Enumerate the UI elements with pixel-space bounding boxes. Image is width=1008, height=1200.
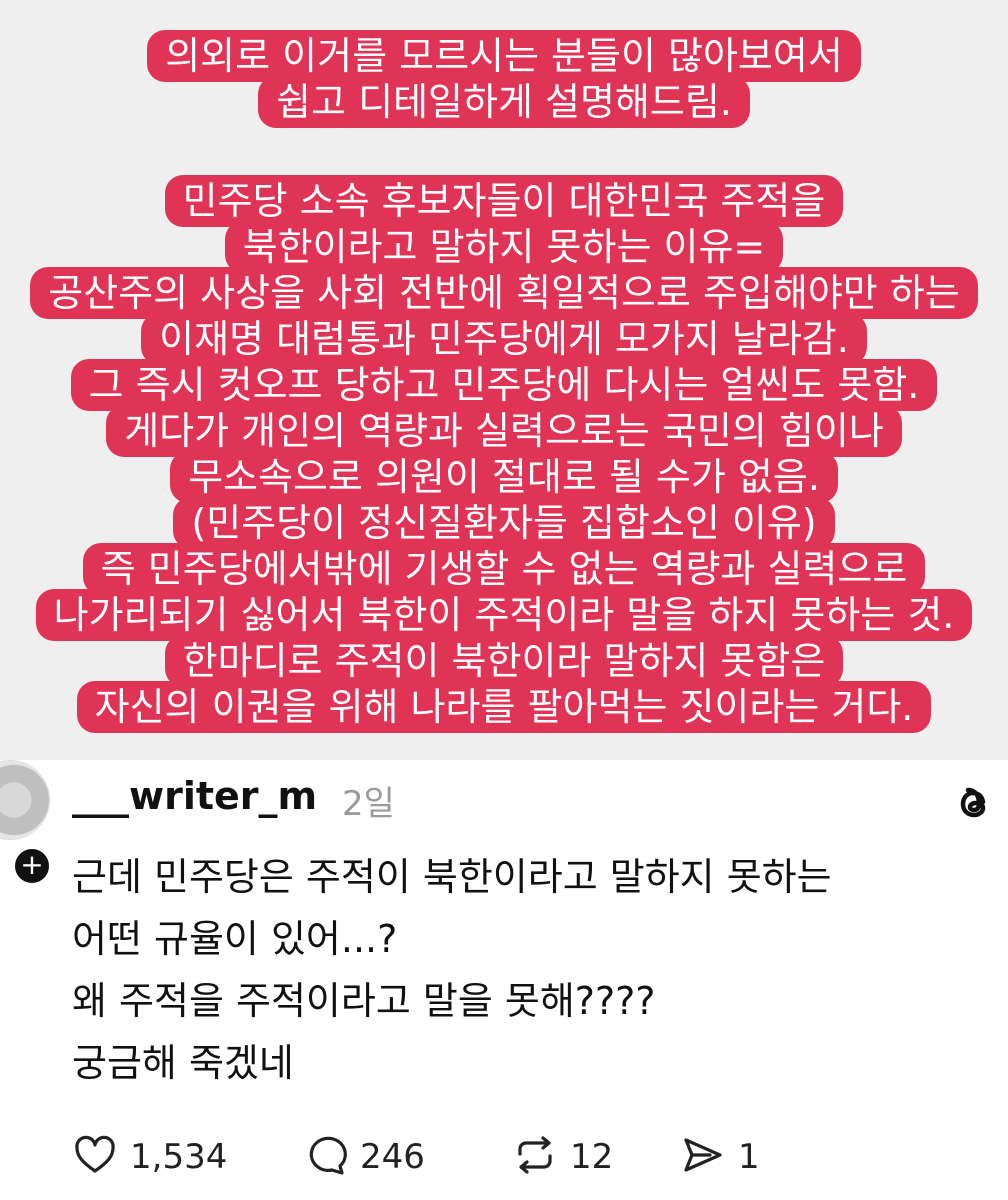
story-line: 북한이라고 말하지 못하는 이유= <box>224 221 784 273</box>
username[interactable]: ___writer_m <box>72 774 317 818</box>
threads-icon <box>950 780 998 828</box>
comment-line: 왜 주적을 주적이라고 말을 못해???? <box>72 979 656 1023</box>
comment-line: 근데 민주당은 주적이 북한이라고 말하지 못하는 <box>72 855 832 899</box>
story-line: 나가리되기 싫어서 북한이 주적이라 말을 하지 못하는 것. <box>35 589 973 641</box>
story-line: 의외로 이거를 모르시는 분들이 많아보여서 <box>147 30 861 82</box>
send-icon <box>680 1132 726 1182</box>
like-button[interactable]: 1,534 <box>72 1132 227 1182</box>
repost-count: 12 <box>570 1137 614 1177</box>
avatar[interactable] <box>0 760 50 840</box>
comment-text: 근데 민주당은 주적이 북한이라고 말하지 못하는 어떤 규율이 있어...? … <box>72 846 972 1094</box>
reply-count: 246 <box>360 1137 425 1177</box>
repost-button[interactable]: 12 <box>512 1132 613 1182</box>
comment-bubble-icon <box>302 1132 348 1182</box>
story-line: 즉 민주당에서밖에 기생할 수 없는 역량과 실력으로 <box>82 543 926 595</box>
follow-plus-button[interactable]: + <box>12 846 52 886</box>
threads-post: + ___writer_m 2일 근데 민주당은 주적이 북한이라고 말하지 못… <box>0 760 1008 1200</box>
story-image: 의외로 이거를 모르시는 분들이 많아보여서 쉽고 디테일하게 설명해드림. 민… <box>0 0 1008 760</box>
story-line: (민주당이 정신질환자들 집합소인 이유) <box>173 497 835 549</box>
story-line: 한마디로 주적이 북한이라 말하지 못함은 <box>164 635 844 687</box>
share-count: 1 <box>738 1137 760 1177</box>
action-bar: 1,534 246 12 1 <box>72 1132 972 1182</box>
story-line: 무소속으로 의원이 절대로 될 수가 없음. <box>170 451 838 503</box>
story-line: 이재명 대럼통과 민주당에게 모가지 날라감. <box>141 313 867 365</box>
post-time: 2일 <box>342 784 395 824</box>
story-line: 민주당 소속 후보자들이 대한민국 주적을 <box>164 175 844 227</box>
comment-line: 어떤 규율이 있어...? <box>72 917 398 961</box>
story-line: 공산주의 사상을 사회 전반에 획일적으로 주입해야만 하는 <box>30 267 978 319</box>
story-line: 쉽고 디테일하게 설명해드림. <box>258 76 750 128</box>
story-text-block-1: 의외로 이거를 모르시는 분들이 많아보여서 쉽고 디테일하게 설명해드림. <box>0 30 1008 128</box>
comment-line: 궁금해 죽겠네 <box>72 1041 294 1085</box>
share-button[interactable]: 1 <box>680 1132 760 1182</box>
story-text-block-2: 민주당 소속 후보자들이 대한민국 주적을 북한이라고 말하지 못하는 이유= … <box>0 175 1008 733</box>
reply-button[interactable]: 246 <box>302 1132 425 1182</box>
story-line: 자신의 이권을 위해 나라를 팔아먹는 짓이라는 거다. <box>76 681 932 733</box>
repost-icon <box>512 1132 558 1182</box>
like-count: 1,534 <box>130 1137 228 1177</box>
heart-icon <box>72 1132 118 1182</box>
story-line: 게다가 개인의 역량과 실력으로는 국민의 힘이나 <box>106 405 902 457</box>
story-line: 그 즉시 컷오프 당하고 민주당에 다시는 얼씬도 못함. <box>70 359 938 411</box>
